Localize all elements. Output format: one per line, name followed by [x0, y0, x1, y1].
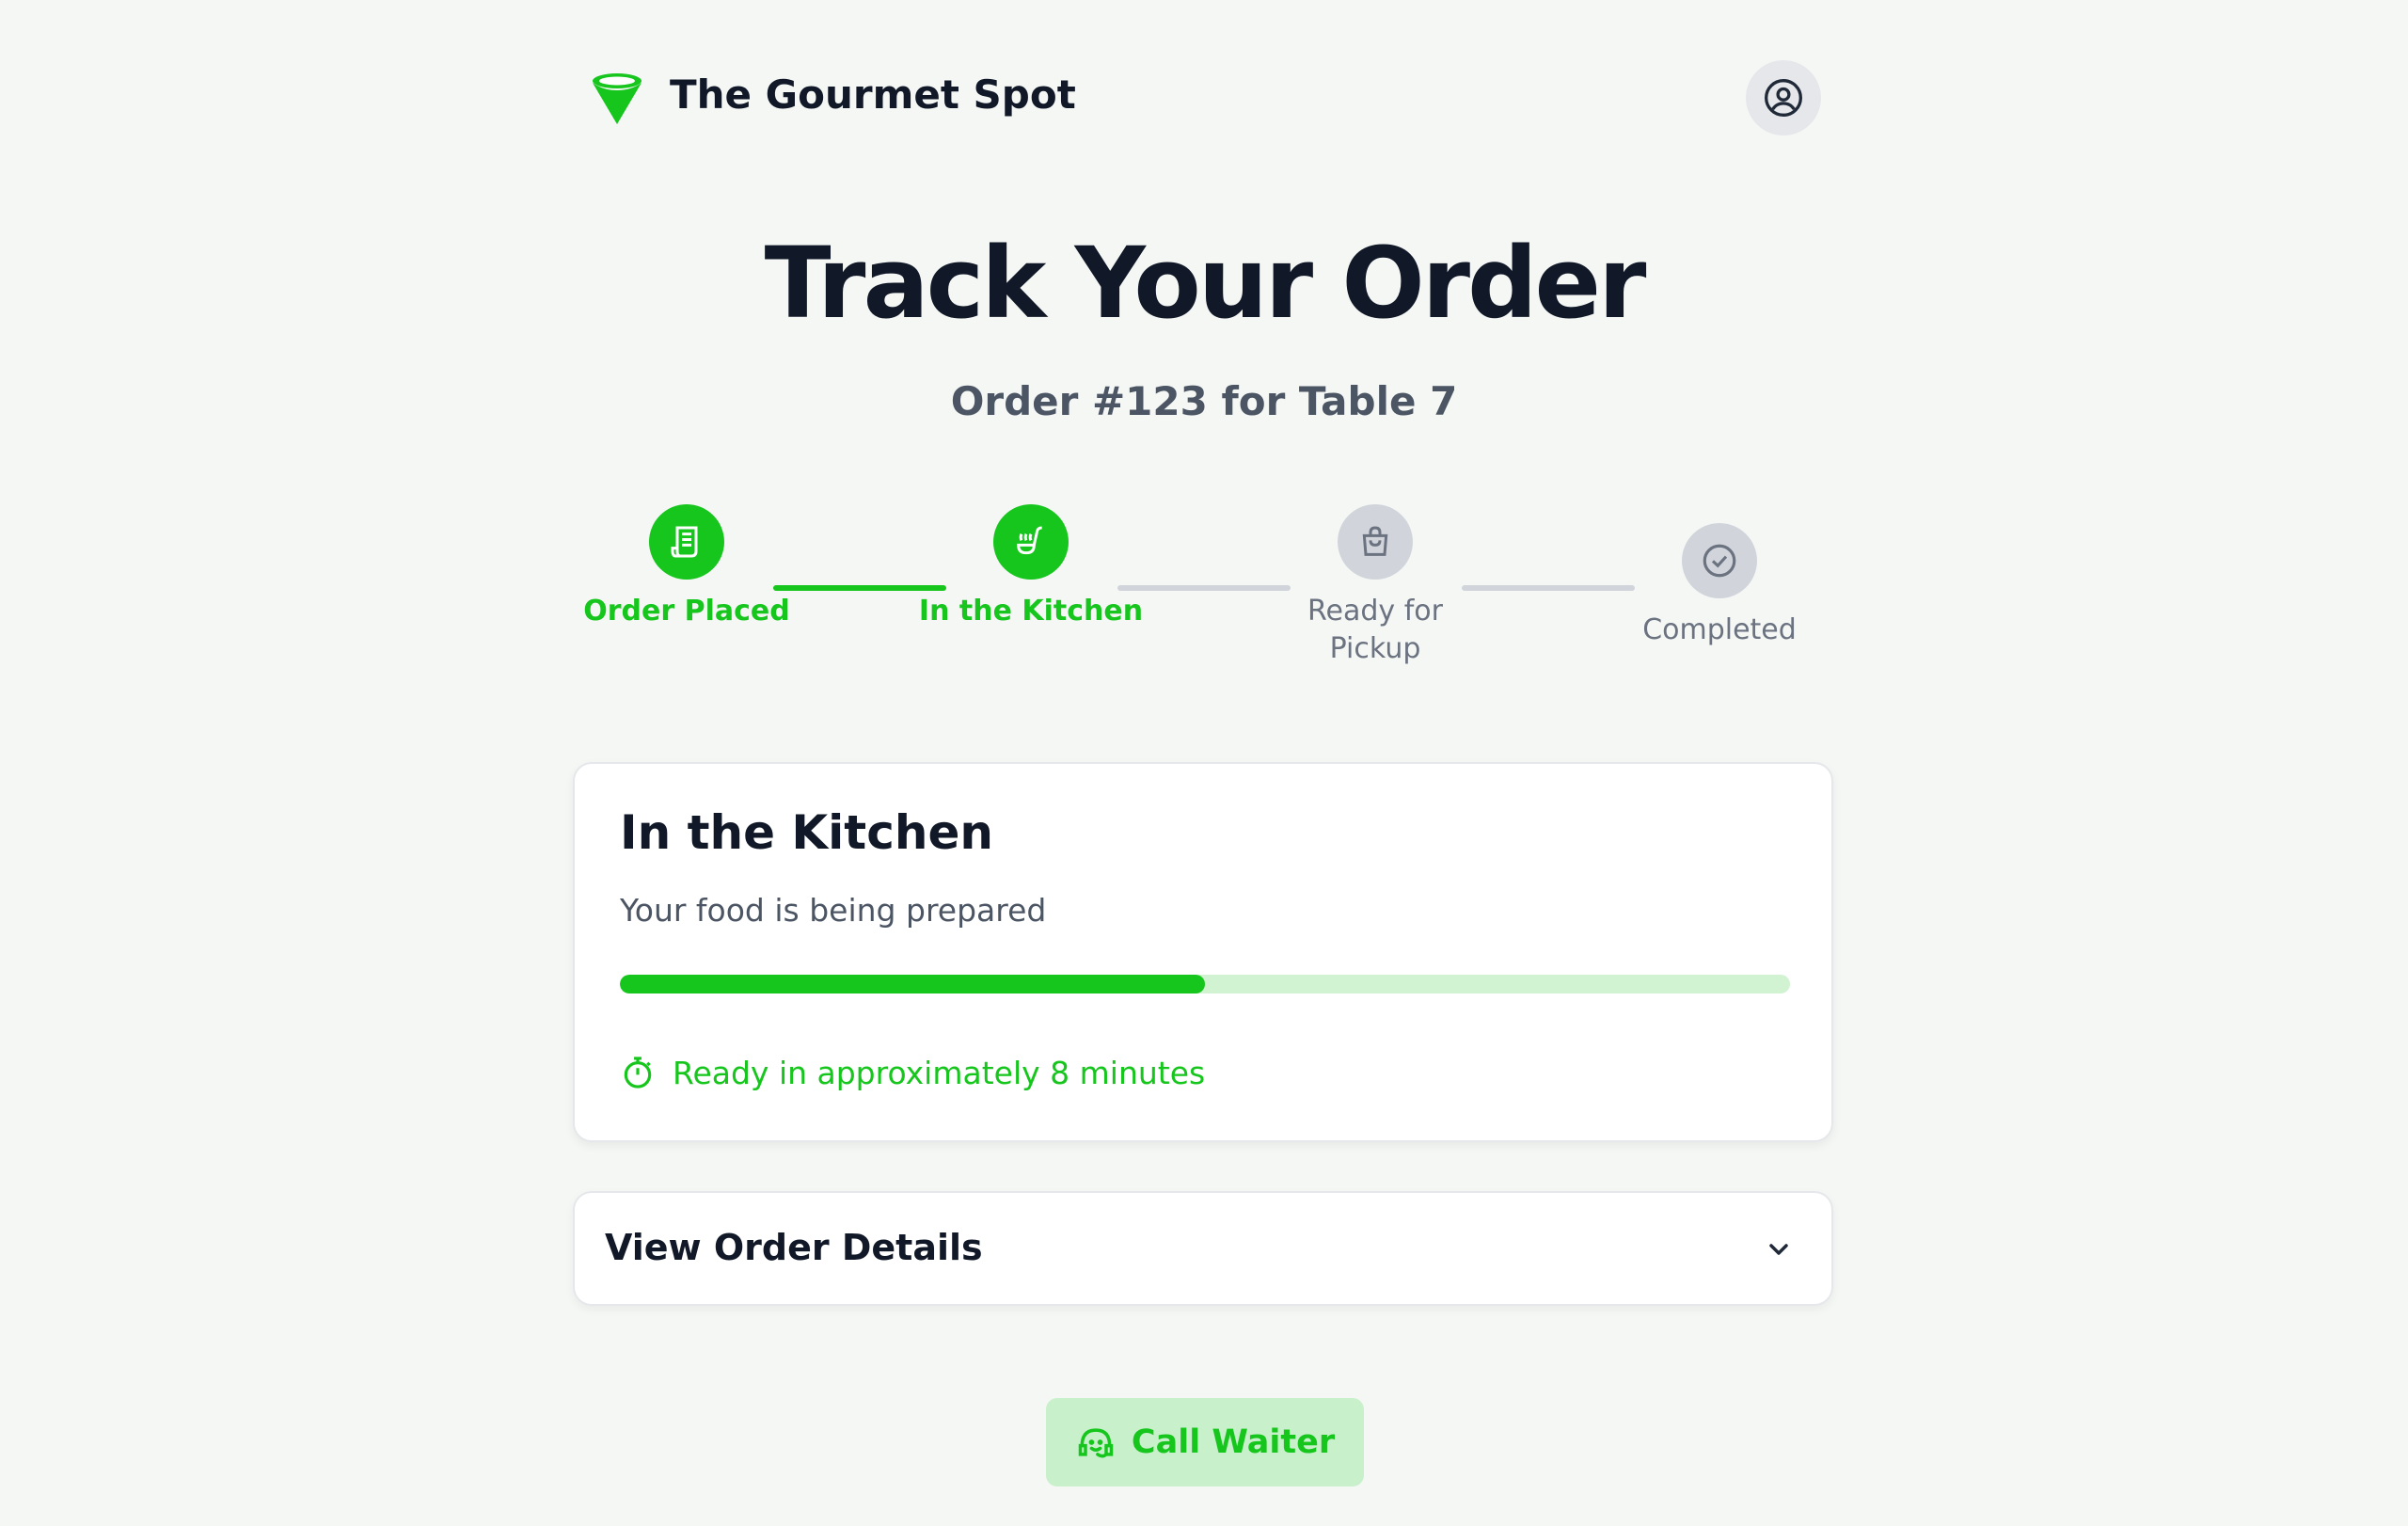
eta-text: Ready in approximately 8 minutes [673, 1054, 1206, 1091]
cone-logo-icon [593, 73, 642, 124]
step-in-kitchen: In the Kitchen [918, 504, 1144, 630]
step-label: In the Kitchen [918, 595, 1144, 628]
call-waiter-label: Call Waiter [1131, 1423, 1336, 1461]
stopwatch-icon [624, 1057, 652, 1089]
shopping-bag-icon [1362, 526, 1388, 556]
page-title: Track Your Order [764, 226, 1647, 341]
step-label: Completed [1642, 613, 1797, 646]
progress-bar [620, 975, 1790, 993]
order-progress-stepper: Order Placed In the Kitchen Ready for Pi… [574, 504, 1834, 683]
step-order-placed: Order Placed [574, 504, 800, 630]
step-label: Ready for Pickup [1307, 595, 1443, 665]
order-subtitle: Order #123 for Table 7 [950, 378, 1458, 424]
step-label: Order Placed [583, 595, 790, 628]
progress-bar-fill [620, 975, 1205, 993]
order-details-title: View Order Details [605, 1227, 983, 1268]
status-card: In the Kitchen Your food is being prepar… [573, 762, 1833, 1142]
waiter-icon [1078, 1428, 1114, 1458]
step-completed: Completed [1607, 523, 1832, 649]
status-description: Your food is being prepared [620, 892, 1047, 929]
receipt-icon [671, 526, 698, 558]
order-details-accordion[interactable]: View Order Details [573, 1191, 1833, 1306]
status-title: In the Kitchen [620, 805, 993, 860]
user-circle-icon [1765, 79, 1802, 117]
step-ready-for-pickup: Ready for Pickup [1262, 504, 1488, 668]
check-circle-icon [1703, 544, 1736, 578]
header: The Gourmet Spot [583, 56, 1825, 135]
profile-button[interactable] [1746, 60, 1821, 135]
brand-name: The Gourmet Spot [670, 72, 1076, 118]
ladle-steam-icon [1017, 526, 1042, 555]
chevron-down-icon [1769, 1244, 1788, 1255]
call-waiter-button[interactable]: Call Waiter [1046, 1398, 1364, 1486]
eta-row: Ready in approximately 8 minutes [620, 1052, 1205, 1093]
